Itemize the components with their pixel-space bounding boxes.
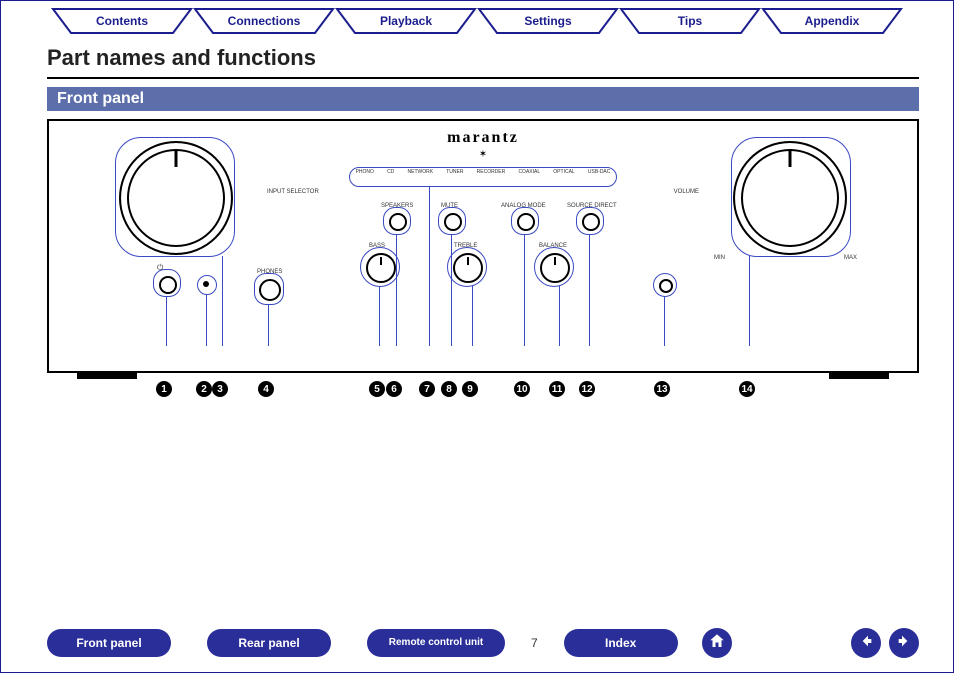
callout-box-display (653, 273, 677, 297)
callout-9: 9 (462, 381, 478, 397)
callout-box-power (153, 269, 181, 297)
line-14 (749, 256, 750, 346)
tab-appendix[interactable]: Appendix (761, 7, 903, 35)
callout-box-balance (534, 247, 574, 287)
home-icon (708, 632, 726, 655)
callout-8: 8 (441, 381, 457, 397)
line-13 (664, 296, 665, 346)
front-panel-diagram: marantz ✶ INPUT SELECTOR VOLUME MIN MAX … (47, 119, 919, 373)
next-page-button[interactable] (889, 628, 919, 658)
brand-logo: marantz (447, 129, 519, 147)
strip-phono: PHONO (356, 169, 374, 175)
tab-settings[interactable]: Settings (477, 7, 619, 35)
line-7 (429, 186, 430, 346)
strip-recorder: RECORDER (477, 169, 506, 175)
strip-network: NETWORK (408, 169, 434, 175)
callout-box-speakers (383, 207, 411, 235)
label-input-selector: INPUT SELECTOR (267, 189, 319, 195)
title-rule (47, 77, 919, 79)
line-10 (524, 234, 525, 346)
tab-playback[interactable]: Playback (335, 7, 477, 35)
callout-13: 13 (654, 381, 670, 397)
tab-tips[interactable]: Tips (619, 7, 761, 35)
tab-appendix-label: Appendix (805, 14, 860, 28)
arrow-left-icon (858, 633, 874, 654)
tab-connections[interactable]: Connections (193, 7, 335, 35)
tab-settings-label: Settings (524, 14, 571, 28)
line-3 (222, 256, 223, 346)
line-5 (379, 286, 380, 346)
callout-10: 10 (514, 381, 530, 397)
page-title: Part names and functions (47, 45, 953, 71)
line-11 (559, 286, 560, 346)
nav-index[interactable]: Index (564, 629, 678, 657)
line-6 (396, 234, 397, 346)
callout-6: 6 (386, 381, 402, 397)
manual-page: Contents Connections Playback Settings T… (0, 0, 954, 673)
callout-12: 12 (579, 381, 595, 397)
strip-cd: CD (387, 169, 394, 175)
callout-box-source (576, 207, 604, 235)
strip-tuner: TUNER (446, 169, 463, 175)
callout-5: 5 (369, 381, 385, 397)
label-max: MAX (844, 255, 857, 261)
callout-2: 2 (196, 381, 212, 397)
arrow-right-icon (896, 633, 912, 654)
bottom-nav: Front panel Rear panel Remote control un… (1, 628, 953, 658)
callout-box-standby (197, 275, 217, 295)
line-2 (206, 294, 207, 346)
callout-box-phones (254, 273, 284, 305)
home-button[interactable] (702, 628, 732, 658)
callout-ring-input (115, 137, 235, 257)
callout-14: 14 (739, 381, 755, 397)
callout-7: 7 (419, 381, 435, 397)
line-8 (451, 234, 452, 346)
prev-page-button[interactable] (851, 628, 881, 658)
brand-star-icon: ✶ (479, 149, 487, 160)
page-number: 7 (531, 636, 538, 650)
label-volume: VOLUME (674, 189, 699, 195)
strip-usbdac: USB-DAC (588, 169, 611, 175)
callout-box-analog (511, 207, 539, 235)
callout-3: 3 (212, 381, 228, 397)
line-9 (472, 286, 473, 346)
strip-optical: OPTICAL (553, 169, 574, 175)
callout-box-bass (360, 247, 400, 287)
line-12 (589, 234, 590, 346)
nav-front-panel[interactable]: Front panel (47, 629, 171, 657)
section-bar: Front panel (47, 87, 919, 111)
callout-box-mute (438, 207, 466, 235)
tab-playback-label: Playback (380, 14, 432, 28)
tab-contents[interactable]: Contents (51, 7, 193, 35)
callout-11: 11 (549, 381, 565, 397)
callout-1: 1 (156, 381, 172, 397)
top-tab-row: Contents Connections Playback Settings T… (1, 7, 953, 35)
label-min: MIN (714, 255, 725, 261)
nav-rear-panel[interactable]: Rear panel (207, 629, 331, 657)
callout-box-treble (447, 247, 487, 287)
tab-contents-label: Contents (96, 14, 148, 28)
line-1 (166, 296, 167, 346)
input-strip-labels: PHONO CD NETWORK TUNER RECORDER COAXIAL … (349, 169, 617, 175)
nav-remote-control[interactable]: Remote control unit (367, 629, 505, 657)
tab-tips-label: Tips (678, 14, 702, 28)
strip-coaxial: COAXIAL (518, 169, 540, 175)
callout-4: 4 (258, 381, 274, 397)
line-4 (268, 304, 269, 346)
tab-connections-label: Connections (228, 14, 301, 28)
callout-ring-volume (731, 137, 851, 257)
